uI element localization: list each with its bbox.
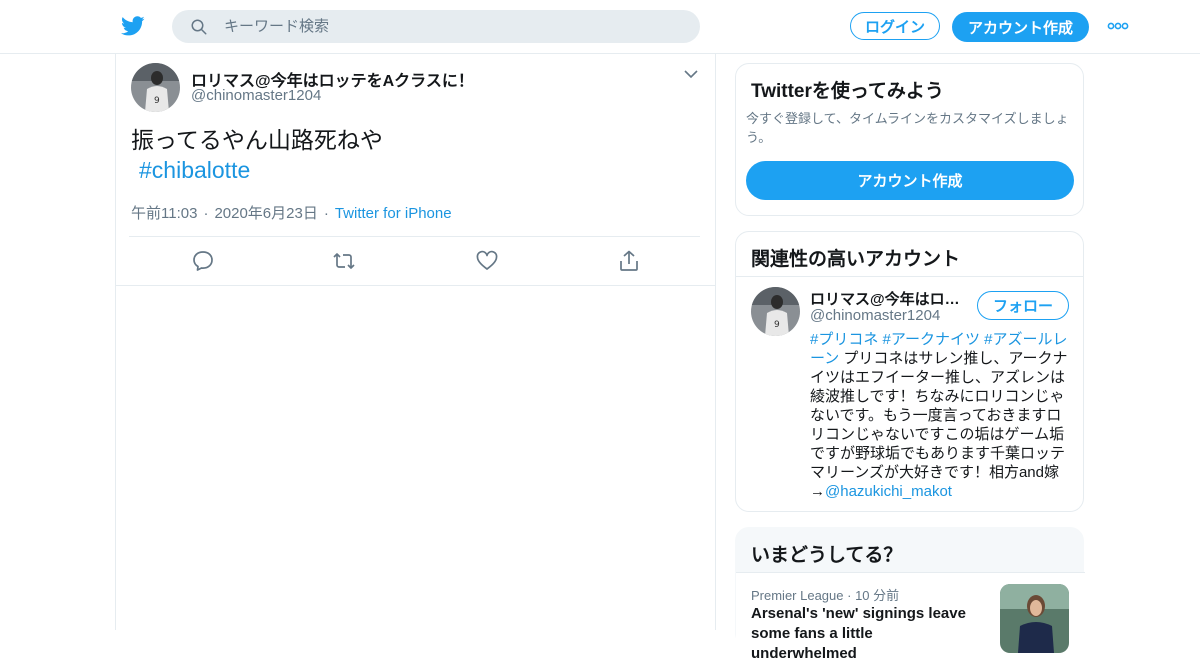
bio-mention-link[interactable]: @hazukichi_makot [825,483,952,500]
related-account-bio: #プリコネ #アークナイツ #アズールレーン プリコネはサレン推し、アークナイツ… [810,330,1072,501]
trend-thumbnail [1000,584,1069,653]
more-dots-icon[interactable] [1107,21,1129,31]
avatar-image: 9 [131,63,180,112]
tweet-column: 9 ロリマス@今年はロッテをAクラスに！ @chinomaster1204 振っ… [115,53,716,630]
divider [129,236,700,237]
related-accounts-card: 関連性の高いアカウント 9 ロリマス@今年はロ… @chinomaster120… [735,231,1084,512]
svg-text:9: 9 [154,96,160,106]
search-icon [191,19,207,34]
trend-item[interactable]: Premier League · 10 分前 Arsenal's 'new' s… [736,573,1085,662]
create-account-button[interactable]: アカウント作成 [746,161,1074,200]
login-button[interactable]: ログイン [850,12,940,40]
signup-card-title: Twitterを使ってみよう [751,81,944,102]
tweet-timestamp: 午前11:03 · 2020年6月23日 · Twitter for iPhone [131,202,452,223]
signup-card-description: 今すぐ登録して、タイムラインをカスタマイズしましょう。 [746,111,1069,145]
chevron-down-icon[interactable] [684,69,698,79]
tweet-text: 振ってるやん山路死ねや #chibalotte [131,125,691,185]
tweet-actions [116,249,715,273]
separator-dot: · [323,205,329,222]
related-account-handle[interactable]: @chinomaster1204 [810,307,940,324]
top-bar: ログイン アカウント作成 [0,0,1200,54]
trends-card: いまどうしてる？ Premier League · 10 分前 Arsenal'… [735,527,1085,662]
tweet-time[interactable]: 午前11:03 [131,205,197,222]
trend-image [1000,584,1069,653]
heart-icon[interactable] [475,249,499,273]
trend-category: Premier League [751,588,844,603]
divider [116,285,715,286]
avatar-image: 9 [751,287,800,336]
signup-card: Twitterを使ってみよう 今すぐ登録して、タイムラインをカスタマイズしましょ… [735,63,1084,216]
signup-button[interactable]: アカウント作成 [952,12,1089,42]
divider [736,276,1083,277]
trend-meta: Premier League · 10 分前 [751,588,900,603]
bio-text: プリコネはサレン推し、アークナイツはエフイーター推し、アズレンは綾波推しです！ち… [810,350,1068,500]
avatar[interactable]: 9 [751,287,800,336]
tweet-body: 振ってるやん山路死ねや [131,127,383,153]
share-icon[interactable] [617,249,641,273]
search-box[interactable] [172,10,700,43]
separator-dot: · [203,205,209,222]
avatar[interactable]: 9 [131,63,180,112]
trend-time: 10 分前 [855,588,900,603]
tweet-source-link[interactable]: Twitter for iPhone [335,205,452,222]
follow-button[interactable]: フォロー [977,291,1069,320]
trends-title: いまどうしてる？ [751,545,903,566]
twitter-bird-icon[interactable] [120,14,146,38]
search-input[interactable] [222,17,666,36]
trend-headline: Arsenal's 'new' signings leave some fans… [751,605,966,662]
reply-icon[interactable] [191,249,215,273]
related-accounts-title: 関連性の高いアカウント [751,249,961,270]
retweet-icon[interactable] [332,249,356,273]
tweet-hashtag-link[interactable]: #chibalotte [139,155,691,185]
related-account-name[interactable]: ロリマス@今年はロ… [810,288,960,309]
tweet-author-handle[interactable]: @chinomaster1204 [191,87,321,104]
svg-text:9: 9 [774,320,780,330]
tweet-date[interactable]: 2020年6月23日 [214,205,317,222]
